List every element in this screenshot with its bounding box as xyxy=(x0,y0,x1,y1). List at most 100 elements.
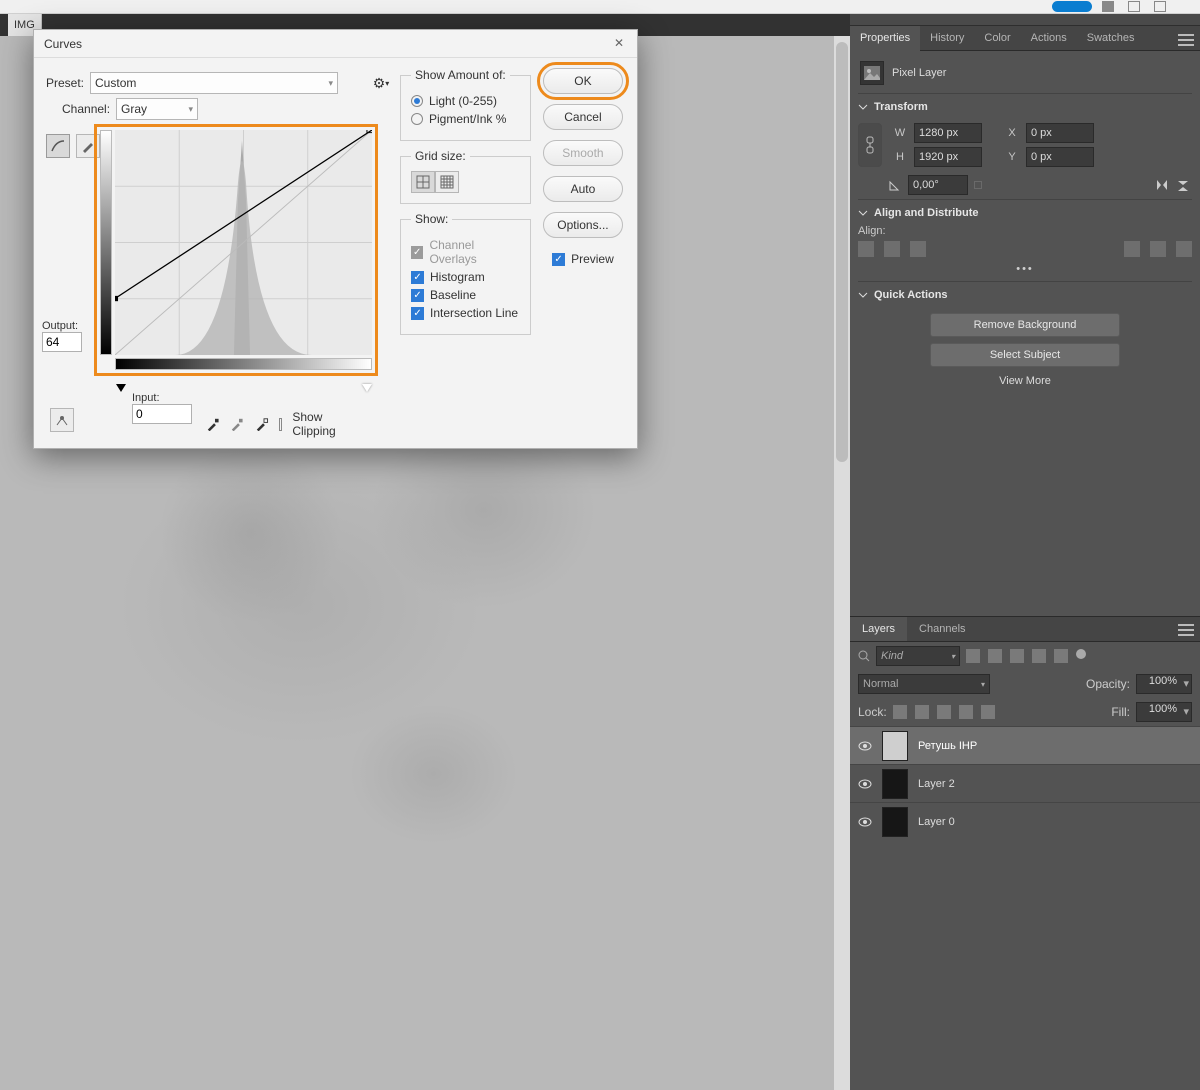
layer-name[interactable]: Layer 2 xyxy=(918,778,955,790)
filter-pixel-icon[interactable] xyxy=(966,649,980,663)
layers-panel-menu-icon[interactable] xyxy=(1178,624,1194,636)
height-field[interactable] xyxy=(914,147,982,167)
visibility-icon[interactable] xyxy=(858,739,872,753)
white-eyedropper-icon[interactable] xyxy=(255,417,269,431)
grid-fine-button[interactable] xyxy=(435,171,459,193)
lock-transparency-icon[interactable] xyxy=(893,705,907,719)
align-hcenter-icon[interactable] xyxy=(884,241,900,257)
align-left-icon[interactable] xyxy=(858,241,874,257)
layer-item[interactable]: Layer 2 xyxy=(850,764,1200,802)
light-radio[interactable] xyxy=(411,95,423,107)
lock-artboard-icon[interactable] xyxy=(959,705,973,719)
input-field[interactable] xyxy=(132,404,192,424)
quick-actions-header[interactable]: Quick Actions xyxy=(858,281,1192,307)
topbar-share-button[interactable] xyxy=(1052,1,1092,12)
curves-graph[interactable] xyxy=(94,124,378,376)
width-field[interactable] xyxy=(914,123,982,143)
auto-button[interactable]: Auto xyxy=(543,176,623,202)
blend-mode-select[interactable]: Normal▾ xyxy=(858,674,990,694)
intersection-checkbox[interactable]: ✓ xyxy=(411,307,424,320)
output-field[interactable] xyxy=(42,332,82,352)
workspace-icon[interactable] xyxy=(1128,1,1140,12)
select-subject-button[interactable]: Select Subject xyxy=(930,343,1120,367)
align-vcenter-icon[interactable] xyxy=(1150,241,1166,257)
fill-label: Fill: xyxy=(1111,705,1130,719)
search-icon[interactable] xyxy=(1102,1,1114,12)
black-eyedropper-icon[interactable] xyxy=(206,417,220,431)
lock-pixels-icon[interactable] xyxy=(915,705,929,719)
search-icon[interactable] xyxy=(858,650,870,662)
align-bottom-icon[interactable] xyxy=(1176,241,1192,257)
preset-select[interactable]: Custom▾ xyxy=(90,72,338,94)
layer-thumbnail[interactable] xyxy=(882,807,908,837)
channel-label: Channel: xyxy=(62,102,110,116)
layer-name[interactable]: Layer 0 xyxy=(918,816,955,828)
output-label: Output: xyxy=(42,320,82,332)
flip-v-icon[interactable] xyxy=(1176,178,1192,192)
align-right-icon[interactable] xyxy=(910,241,926,257)
filter-smart-icon[interactable] xyxy=(1054,649,1068,663)
remove-background-button[interactable]: Remove Background xyxy=(930,313,1120,337)
link-wh-icon[interactable] xyxy=(858,123,882,167)
transform-header[interactable]: Transform xyxy=(858,93,1192,119)
dialog-title: Curves xyxy=(44,37,82,51)
ok-button[interactable]: OK xyxy=(543,68,623,94)
opacity-field[interactable]: 100% xyxy=(1136,674,1192,694)
target-adjust-icon[interactable] xyxy=(50,408,74,432)
opacity-label: Opacity: xyxy=(1086,677,1130,691)
filter-adjust-icon[interactable] xyxy=(988,649,1002,663)
panel-menu-icon[interactable] xyxy=(1178,34,1194,46)
lock-position-icon[interactable] xyxy=(937,705,951,719)
angle-dropdown-icon[interactable] xyxy=(974,181,982,189)
filter-type-icon[interactable] xyxy=(1010,649,1024,663)
cancel-button[interactable]: Cancel xyxy=(543,104,623,130)
pixel-layer-icon xyxy=(860,61,884,85)
curve-tool-button[interactable] xyxy=(46,134,70,158)
lock-label: Lock: xyxy=(858,705,887,719)
baseline-checkbox[interactable]: ✓ xyxy=(411,289,424,302)
gray-eyedropper-icon[interactable] xyxy=(230,417,244,431)
visibility-icon[interactable] xyxy=(858,815,872,829)
panel-collapse-strip[interactable] xyxy=(850,14,1200,26)
y-field[interactable] xyxy=(1026,147,1094,167)
pigment-radio[interactable] xyxy=(411,113,423,125)
fill-field[interactable]: 100% xyxy=(1136,702,1192,722)
kind-select[interactable]: Kind▾ xyxy=(876,646,960,666)
align-top-icon[interactable] xyxy=(1124,241,1140,257)
align-header[interactable]: Align and Distribute xyxy=(858,199,1192,225)
tab-actions[interactable]: Actions xyxy=(1021,26,1077,50)
arrange-icon[interactable] xyxy=(1154,1,1166,12)
close-icon[interactable]: ✕ xyxy=(611,36,627,52)
visibility-icon[interactable] xyxy=(858,777,872,791)
input-label: Input: xyxy=(132,392,192,404)
tab-swatches[interactable]: Swatches xyxy=(1077,26,1145,50)
layer-item[interactable]: Ретушь IHP xyxy=(850,726,1200,764)
show-clipping-checkbox[interactable] xyxy=(279,418,282,431)
x-field[interactable] xyxy=(1026,123,1094,143)
layer-thumbnail[interactable] xyxy=(882,731,908,761)
tab-properties[interactable]: Properties xyxy=(850,26,920,51)
tab-color[interactable]: Color xyxy=(974,26,1020,50)
options-button[interactable]: Options... xyxy=(543,212,623,238)
tab-history[interactable]: History xyxy=(920,26,974,50)
filter-toggle-icon[interactable] xyxy=(1076,649,1086,659)
layer-item[interactable]: Layer 0 xyxy=(850,802,1200,840)
preview-checkbox[interactable]: ✓ xyxy=(552,253,565,266)
layer-name[interactable]: Ретушь IHP xyxy=(918,740,977,752)
black-point-slider[interactable] xyxy=(116,384,126,392)
canvas-scrollbar[interactable] xyxy=(834,36,850,1090)
lock-all-icon[interactable] xyxy=(981,705,995,719)
view-more-link[interactable]: View More xyxy=(858,373,1192,389)
channel-select[interactable]: Gray▾ xyxy=(116,98,198,120)
white-point-slider[interactable] xyxy=(362,384,372,392)
histogram-checkbox[interactable]: ✓ xyxy=(411,271,424,284)
gear-icon[interactable]: ⚙▾ xyxy=(372,74,390,92)
filter-shape-icon[interactable] xyxy=(1032,649,1046,663)
flip-h-icon[interactable] xyxy=(1154,178,1170,192)
angle-field[interactable] xyxy=(908,175,968,195)
tab-layers[interactable]: Layers xyxy=(850,617,907,641)
more-options-icon[interactable]: ••• xyxy=(858,257,1192,281)
tab-channels[interactable]: Channels xyxy=(907,617,977,641)
layer-thumbnail[interactable] xyxy=(882,769,908,799)
grid-coarse-button[interactable] xyxy=(411,171,435,193)
